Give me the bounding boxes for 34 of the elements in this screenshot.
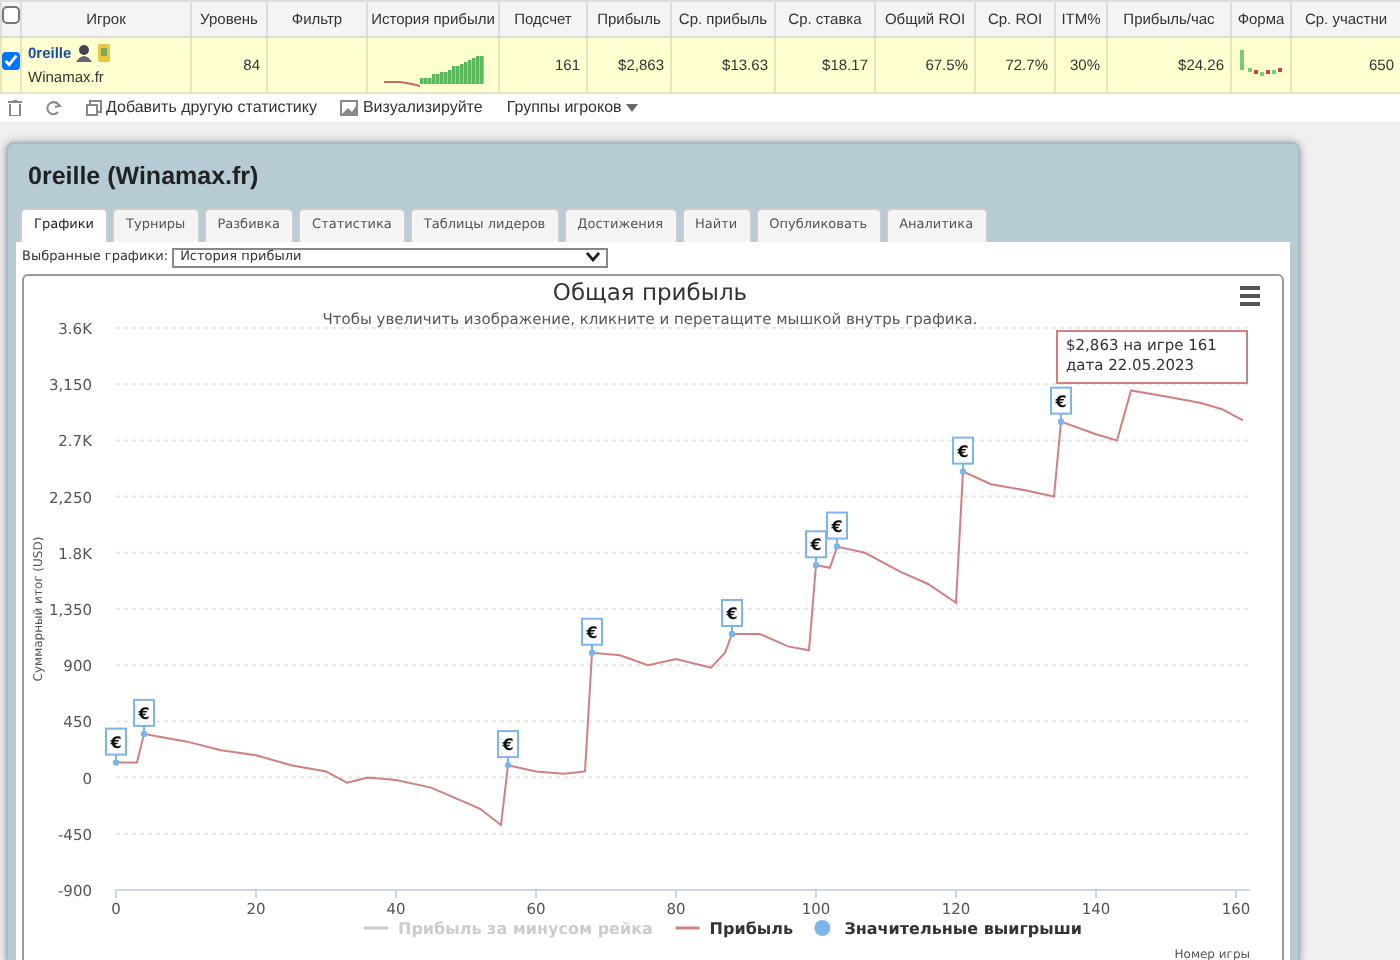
legend-item[interactable]: Значительные выигрыши — [814, 919, 1083, 937]
toolbar-button[interactable]: Добавить другую статистику — [86, 96, 317, 120]
chevron-icon — [586, 252, 601, 262]
menu-icon[interactable] — [1240, 285, 1260, 305]
point — [833, 542, 841, 549]
caret-icon — [625, 104, 638, 112]
toolbar-button[interactable]: Визуализируйте — [340, 96, 483, 120]
chart-title: Общая прибыль — [552, 277, 748, 305]
win-flag: € — [826, 510, 848, 549]
point — [959, 467, 967, 474]
toolbar-button[interactable]: Группы игроков — [506, 96, 638, 120]
point — [1057, 417, 1065, 424]
win-flag: € — [805, 529, 827, 568]
badge-icon — [95, 44, 112, 63]
legend-label: Прибыль — [709, 919, 794, 937]
point — [112, 758, 120, 765]
panel-title: 0reille (Winamax.fr) — [28, 160, 261, 194]
image-icon — [340, 100, 359, 116]
select-all-checkbox[interactable] — [2, 6, 20, 25]
win-flag: € — [1050, 385, 1072, 424]
win-flag: € — [497, 729, 519, 768]
player-icon — [75, 44, 92, 63]
row-checkbox[interactable] — [2, 52, 20, 71]
point — [812, 561, 820, 568]
win-flag: € — [133, 697, 155, 737]
refresh-icon[interactable] — [46, 100, 62, 116]
copy-icon — [86, 100, 102, 116]
legend-item[interactable]: Прибыль — [675, 919, 794, 937]
win-flag: € — [105, 726, 127, 765]
trash-icon[interactable] — [8, 100, 22, 116]
point — [588, 648, 596, 655]
win-flag: € — [721, 598, 743, 637]
win-flag: € — [581, 616, 603, 655]
win-flag: € — [952, 435, 974, 474]
